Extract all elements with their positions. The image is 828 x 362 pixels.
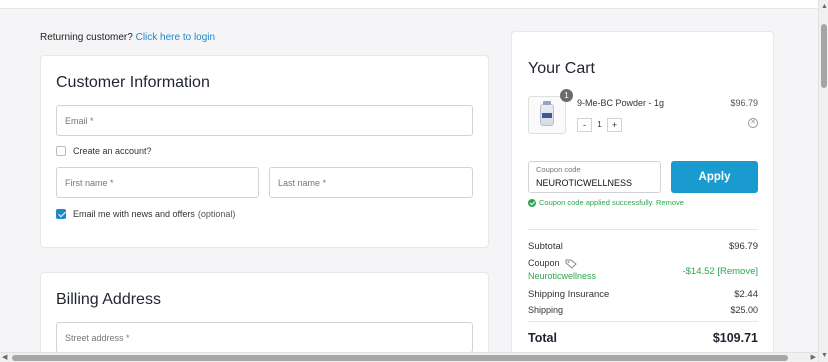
product-image [540, 101, 554, 126]
shipping-row: Shipping $25.00 [528, 305, 758, 315]
increase-quantity-button[interactable]: + [607, 118, 622, 132]
cart-title: Your Cart [528, 60, 595, 77]
subtotal-label: Subtotal [528, 241, 563, 252]
horizontal-scrollbar[interactable]: ◀ ▶ [0, 352, 818, 362]
coupon-success-message: Coupon code applied successfully. Remove [528, 198, 684, 207]
first-name-field[interactable]: First name * [56, 167, 259, 198]
newsletter-optional: (optional) [197, 209, 236, 219]
subtotal-value: $96.79 [728, 241, 758, 252]
street-address-placeholder: Street address * [65, 332, 130, 343]
create-account-row[interactable]: Create an account? [56, 146, 152, 156]
total-label: Total [528, 331, 557, 345]
coupon-code-label: Coupon code [536, 165, 581, 174]
newsletter-checkbox[interactable] [56, 209, 66, 219]
quantity-badge: 1 [560, 89, 573, 102]
create-account-label: Create an account? [73, 146, 152, 156]
returning-text: Returning customer? [40, 32, 133, 43]
decrease-quantity-button[interactable]: - [577, 118, 592, 132]
coupon-row-value[interactable]: -$14.52 [Remove] [682, 266, 758, 277]
shipping-insurance-value: $2.44 [734, 289, 758, 300]
scroll-up-icon[interactable]: ▲ [821, 3, 828, 10]
quantity-stepper: - 1 + [577, 118, 622, 132]
first-name-placeholder: First name * [65, 177, 114, 188]
product-thumbnail [528, 96, 566, 134]
coupon-code-field[interactable]: Coupon code NEUROTICWELLNESS [528, 161, 661, 193]
newsletter-label: Email me with news and offers [73, 209, 195, 219]
last-name-placeholder: Last name * [278, 177, 327, 188]
returning-customer-notice: Returning customer? Click here to login [40, 32, 215, 43]
scroll-left-icon[interactable]: ◀ [2, 353, 7, 361]
newsletter-row[interactable]: Email me with news and offers (optional) [56, 209, 235, 219]
subtotal-row: Subtotal $96.79 [528, 241, 758, 252]
customer-information-card: Customer Information Email * Create an a… [40, 55, 489, 248]
email-placeholder: Email * [65, 115, 94, 126]
shipping-label: Shipping [528, 305, 564, 315]
shipping-insurance-row: Shipping Insurance $2.44 [528, 289, 758, 300]
top-bar [0, 0, 818, 9]
coupon-code-value: NEUROTICWELLNESS [536, 178, 633, 188]
coupon-row-label: Coupon [528, 258, 560, 268]
create-account-checkbox[interactable] [56, 146, 66, 156]
street-address-field[interactable]: Street address * [56, 322, 473, 353]
scroll-right-icon[interactable]: ▶ [811, 353, 816, 361]
apply-coupon-button[interactable]: Apply [671, 161, 758, 193]
coupon-success-text[interactable]: Coupon code applied successfully. Remove [539, 198, 684, 207]
tag-icon [565, 259, 577, 269]
cart-item-name: 9-Me-BC Powder - 1g [577, 98, 665, 108]
check-circle-icon [528, 198, 536, 207]
shipping-insurance-label: Shipping Insurance [528, 289, 610, 300]
cart-card: Your Cart 1 9-Me-BC Powder - 1g $96.79 -… [511, 31, 774, 362]
total-row: Total $109.71 [528, 331, 758, 345]
login-link[interactable]: Click here to login [136, 32, 215, 43]
cart-item-price: $96.79 [730, 98, 758, 108]
customer-information-title: Customer Information [56, 74, 210, 91]
remove-item-icon[interactable]: ✕ [748, 118, 758, 128]
quantity-value[interactable]: 1 [592, 118, 607, 132]
total-divider [528, 321, 758, 322]
coupon-row: Coupon Neuroticwellness -$14.52 [Remove] [528, 258, 758, 281]
scroll-down-icon[interactable]: ▼ [821, 352, 828, 359]
email-field[interactable]: Email * [56, 105, 473, 136]
last-name-field[interactable]: Last name * [269, 167, 473, 198]
vertical-scroll-thumb[interactable] [821, 24, 827, 88]
billing-address-card: Billing Address Street address * [40, 272, 489, 362]
cart-divider [528, 229, 758, 230]
total-value: $109.71 [712, 331, 758, 345]
vertical-scrollbar[interactable]: ▲ ▼ [818, 0, 828, 362]
horizontal-scroll-thumb[interactable] [12, 355, 788, 361]
billing-address-title: Billing Address [56, 291, 161, 308]
shipping-value: $25.00 [730, 305, 758, 315]
